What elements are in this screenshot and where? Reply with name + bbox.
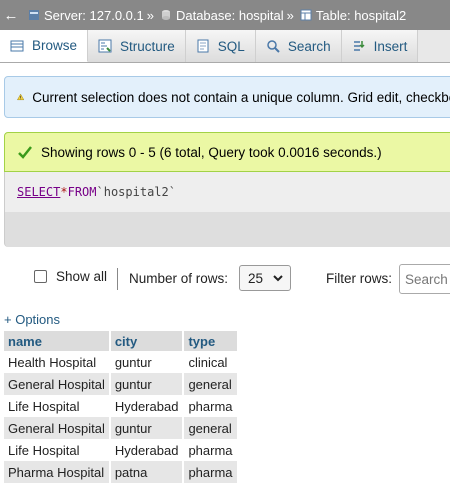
show-all-checkbox[interactable] [34,270,47,283]
table-row: General Hospital guntur general [4,373,239,395]
browse-icon [10,40,24,51]
tab-structure[interactable]: Structure [88,30,186,62]
column-header-city[interactable]: city [109,331,185,351]
warning-icon [17,93,25,101]
table-icon [300,9,312,21]
table-cell[interactable]: Life Hospital [4,439,111,461]
table-row: Life Hospital Hyderabad pharma [4,395,239,417]
back-arrow-icon[interactable]: ← [0,7,22,24]
warning-text: Current selection does not contain a uni… [32,89,450,105]
table-cell[interactable]: Hyderabad [109,395,185,417]
breadcrumb-bar: ← Server: 127.0.0.1 » Database: hospital… [0,0,450,30]
table-cell[interactable]: Health Hospital [4,351,111,373]
database-icon [161,10,170,20]
table-cell[interactable]: guntur [109,373,185,395]
tab-browse-label: Browse [32,38,78,53]
breadcrumb-server[interactable]: Server: 127.0.0.1 » [28,8,154,23]
sql-keyword-select[interactable]: SELECT [17,185,60,199]
sql-icon [197,39,209,53]
breadcrumb-database-label: Database: hospital [175,7,284,23]
table-row: Pharma Hospital patna pharma [4,461,239,483]
table-cell[interactable]: pharma [183,461,239,483]
table-row: Life Hospital Hyderabad pharma [4,439,239,461]
table-cell[interactable]: guntur [109,351,185,373]
chevron-down-icon [273,275,283,282]
table-cell[interactable]: general [183,417,239,439]
table-cell[interactable]: general [183,373,239,395]
insert-icon [353,41,365,51]
table-cell[interactable]: pharma [183,395,239,417]
tab-search[interactable]: Search [255,30,342,62]
sql-keyword-from: FROM [67,185,97,199]
show-all-label[interactable]: Show all [56,269,107,284]
table-row: Health Hospital guntur clinical [4,351,239,373]
server-icon [29,10,39,20]
tab-insert[interactable]: Insert [341,30,419,62]
filter-rows-placeholder: Search [405,271,448,287]
tab-structure-label: Structure [120,38,175,54]
column-header-type[interactable]: type [183,331,239,351]
query-success-message: Showing rows 0 - 5 (6 total, Query took … [4,132,450,172]
success-text: Showing rows 0 - 5 (6 total, Query took … [41,144,382,160]
table-cell[interactable]: General Hospital [4,373,111,395]
navigation-controls: Show all Number of rows: 25 Filter rows:… [0,262,450,294]
table-cell[interactable]: Life Hospital [4,395,111,417]
sql-query-footer [4,212,450,247]
divider [117,268,118,290]
tab-sql[interactable]: SQL [185,30,256,62]
structure-icon [98,39,112,53]
sql-star: * [60,185,68,199]
breadcrumb-separator: » [286,7,294,23]
breadcrumb-table[interactable]: Table: hospital2 [300,8,406,23]
table-header-row: name city type [4,331,239,351]
table-cell[interactable]: patna [109,461,185,483]
checkmark-icon [18,146,32,159]
unique-column-warning: Current selection does not contain a uni… [4,76,450,118]
tab-insert-label: Insert [373,38,408,54]
breadcrumb-table-label: Table: hospital2 [315,7,407,23]
options-link[interactable]: + Options [4,312,60,327]
breadcrumb-server-label: Server: 127.0.0.1 [44,7,144,23]
filter-rows-label: Filter rows: [326,271,393,286]
number-of-rows-select[interactable]: 25 [239,265,291,291]
tab-browse[interactable]: Browse [0,30,89,62]
tab-sql-label: SQL [217,38,245,54]
results-table: name city type Health Hospital guntur cl… [4,331,239,483]
tab-search-label: Search [287,38,331,54]
table-cell[interactable]: General Hospital [4,417,111,439]
table-cell[interactable]: guntur [109,417,185,439]
breadcrumb-separator: » [146,7,154,23]
table-cell[interactable]: clinical [183,351,239,373]
filter-rows-input[interactable]: Search [399,264,450,294]
number-of-rows-label: Number of rows: [129,271,229,286]
sql-query-display: SELECT * FROM `hospital2` [4,172,450,212]
table-row: General Hospital guntur general [4,417,239,439]
search-icon [267,40,280,53]
number-of-rows-value: 25 [248,270,264,286]
tab-bar: Browse Structure SQL Search Insert [0,30,450,63]
table-cell[interactable]: pharma [183,439,239,461]
column-header-name[interactable]: name [4,331,111,351]
table-cell[interactable]: Hyderabad [109,439,185,461]
sql-table-name: `hospital2` [96,185,176,199]
table-cell[interactable]: Pharma Hospital [4,461,111,483]
breadcrumb-database[interactable]: Database: hospital » [160,8,294,23]
